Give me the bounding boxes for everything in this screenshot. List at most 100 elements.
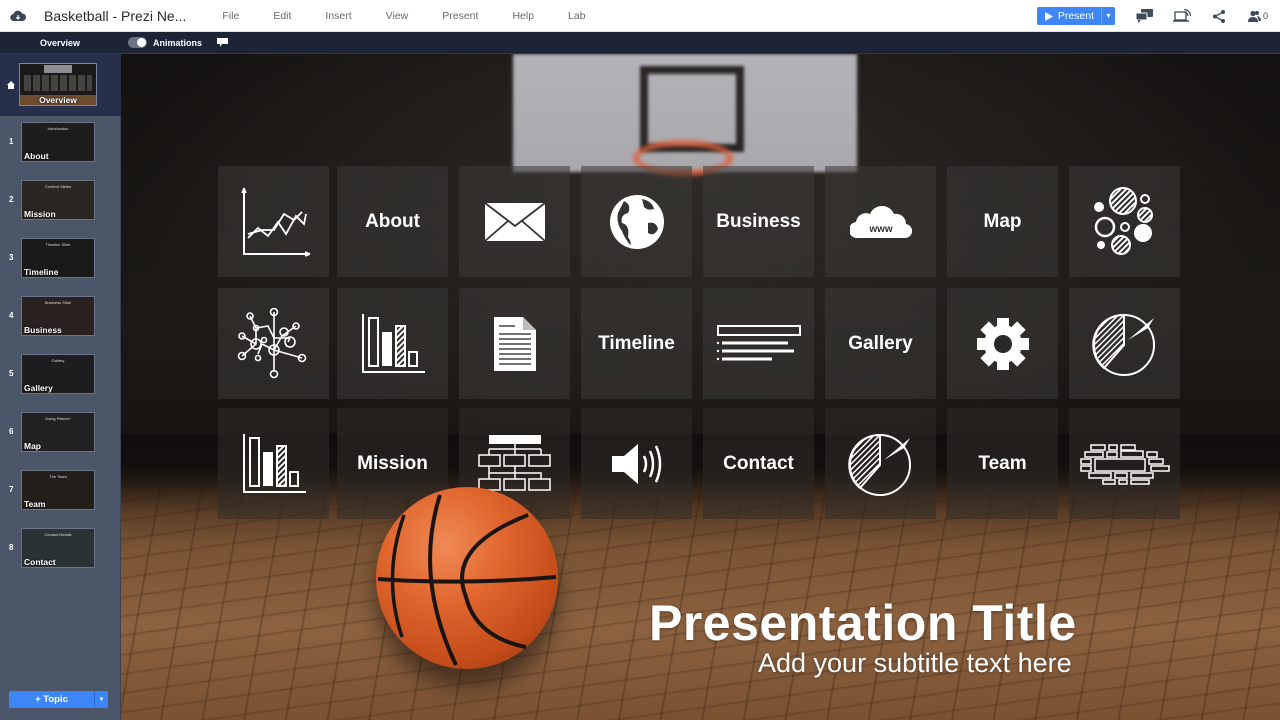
gear-icon <box>975 316 1031 372</box>
tile-document[interactable] <box>459 288 570 399</box>
sidebar-overview-item[interactable]: Overview <box>0 54 121 116</box>
line-chart-icon <box>236 184 312 260</box>
tile-about[interactable]: About <box>337 166 448 277</box>
topics-sidebar: Overview + Topic ▼ 1 Introduction About 2 Co… <box>0 54 121 720</box>
thumbnail-heading: Business Slide <box>44 300 72 305</box>
thumbnail-heading: Contact Details <box>44 532 72 537</box>
tile-gallery[interactable]: Gallery <box>825 288 936 399</box>
share-icon[interactable] <box>1209 7 1229 25</box>
prezi-cloud-logo-icon[interactable] <box>10 9 30 23</box>
add-topic-button[interactable]: + Topic <box>9 691 94 708</box>
tile-label: Map <box>983 210 1022 232</box>
tile-bar-chart[interactable] <box>218 408 329 519</box>
topic-thumbnail-team[interactable]: The Team Team <box>21 470 95 510</box>
comment-icon[interactable] <box>217 38 228 47</box>
tile-network[interactable] <box>218 288 329 399</box>
tile-list[interactable] <box>703 288 814 399</box>
tile-team[interactable]: Team <box>947 408 1058 519</box>
editor-toolbar: Overview Animations <box>0 32 1280 54</box>
overview-tab[interactable]: Overview <box>0 32 120 54</box>
menu-file[interactable]: File <box>218 10 256 22</box>
presentation-subtitle[interactable]: Add your subtitle text here <box>758 648 1072 679</box>
menu-view[interactable]: View <box>369 10 426 22</box>
tile-map[interactable]: Map <box>947 166 1058 277</box>
www-cloud-icon: www <box>849 205 912 239</box>
tile-globe[interactable] <box>581 166 692 277</box>
menu-help[interactable]: Help <box>495 10 551 22</box>
present-button[interactable]: Present <box>1037 7 1101 25</box>
thumbnail-heading: Introduction <box>47 126 69 131</box>
topic-label: Timeline <box>24 267 59 277</box>
topic-label: Mission <box>24 209 56 219</box>
present-label: Present <box>1057 10 1094 22</box>
tile-bricks[interactable] <box>1069 408 1180 519</box>
topic-thumbnail-about[interactable]: Introduction About <box>21 122 95 162</box>
list-icon <box>716 324 802 364</box>
tile-label: About <box>365 210 420 232</box>
topic-number: 7 <box>9 485 14 494</box>
collaborators-count: 0 <box>1262 11 1268 21</box>
topic-label: Map <box>24 441 41 451</box>
tile-line-chart[interactable] <box>218 166 329 277</box>
topic-label: Team <box>24 499 46 509</box>
basketball-image <box>376 487 558 669</box>
pie-chart-icon <box>1091 312 1158 376</box>
tile-bubbles[interactable] <box>1069 166 1180 277</box>
topic-number: 1 <box>9 137 14 146</box>
tile-contact[interactable]: Contact <box>703 408 814 519</box>
menu-bar: File Edit Insert View Present Help Lab <box>218 10 602 22</box>
topic-thumbnail-map[interactable]: Going Places? Map <box>21 412 95 452</box>
envelope-icon <box>483 201 546 242</box>
menu-present[interactable]: Present <box>425 10 495 22</box>
network-icon <box>236 307 312 380</box>
presentation-canvas[interactable]: About Business www Map Timeline Gallery Missio… <box>121 54 1280 720</box>
topic-label: Business <box>24 325 62 335</box>
tile-timeline[interactable]: Timeline <box>581 288 692 399</box>
tile-label: Team <box>978 452 1027 474</box>
present-dropdown-caret-icon[interactable]: ▼ <box>1101 7 1115 25</box>
bar-chart-icon <box>240 432 308 496</box>
topic-thumbnail-contact[interactable]: Contact Details Contact <box>21 528 95 568</box>
tile-bar-chart[interactable] <box>337 288 448 399</box>
topic-number: 8 <box>9 543 14 552</box>
overview-thumbnail[interactable]: Overview <box>19 63 97 106</box>
www-text: www <box>868 224 893 235</box>
top-bar: Basketball - Prezi Ne... File Edit Inser… <box>0 0 1280 32</box>
thumbnail-heading: Going Places? <box>44 416 71 421</box>
globe-icon <box>608 193 666 251</box>
tile-speaker[interactable] <box>581 408 692 519</box>
animations-toggle[interactable] <box>128 37 147 48</box>
document-title[interactable]: Basketball - Prezi Ne... <box>44 8 186 24</box>
tile-gear[interactable] <box>947 288 1058 399</box>
home-icon <box>7 81 15 89</box>
tile-pie-chart[interactable] <box>1069 288 1180 399</box>
tile-envelope[interactable] <box>459 166 570 277</box>
bar-chart-icon <box>359 312 427 376</box>
thumbnail-heading: Timeline Slide <box>45 242 71 247</box>
topic-number: 3 <box>9 253 14 262</box>
tile-pie-chart[interactable] <box>825 408 936 519</box>
add-topic-dropdown-caret-icon[interactable]: ▼ <box>94 691 108 708</box>
topic-label: About <box>24 151 49 161</box>
pie-chart-icon <box>847 432 914 496</box>
menu-lab[interactable]: Lab <box>551 10 603 22</box>
comments-icon[interactable] <box>1135 7 1155 25</box>
live-present-icon[interactable] <box>1172 7 1192 25</box>
presentation-title[interactable]: Presentation Title <box>649 594 1077 652</box>
org-chart-icon <box>477 433 553 495</box>
tile-www-cloud[interactable]: www <box>825 166 936 277</box>
topic-thumbnail-timeline[interactable]: Timeline Slide Timeline <box>21 238 95 278</box>
topic-thumbnail-mission[interactable]: Content Slides Mission <box>21 180 95 220</box>
bubbles-icon <box>1093 186 1157 257</box>
tile-label: Timeline <box>598 332 675 354</box>
tile-business[interactable]: Business <box>703 166 814 277</box>
collaborators-icon[interactable]: 0 <box>1246 7 1270 25</box>
topic-number: 5 <box>9 369 14 378</box>
menu-edit[interactable]: Edit <box>256 10 308 22</box>
topic-thumbnail-business[interactable]: Business Slide Business <box>21 296 95 336</box>
topic-label: Gallery <box>24 383 53 393</box>
menu-insert[interactable]: Insert <box>308 10 368 22</box>
animations-label: Animations <box>153 38 203 48</box>
topic-number: 2 <box>9 195 14 204</box>
topic-thumbnail-gallery[interactable]: Gallery Gallery <box>21 354 95 394</box>
